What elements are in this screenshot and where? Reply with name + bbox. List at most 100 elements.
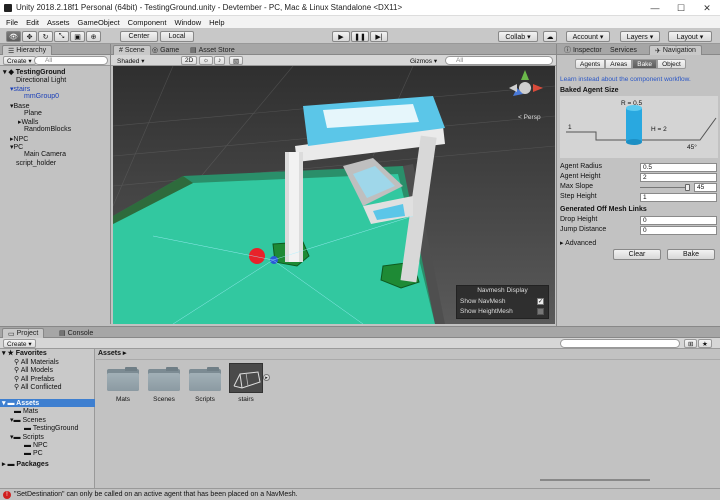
favorites-section[interactable]: ▾ ★ Favorites [2, 349, 47, 357]
effects-toggle[interactable]: ▧ [229, 56, 244, 65]
step-height-field[interactable]: 1 [640, 193, 717, 202]
account-button[interactable]: Account ▾ [566, 31, 610, 42]
show-heightmesh-checkbox[interactable] [537, 308, 544, 315]
step-button[interactable]: ▶| [370, 31, 388, 42]
play-button[interactable]: ▶ [332, 31, 350, 42]
hierarchy-item-directional-light[interactable]: Directional Light [16, 77, 66, 84]
tab-inspector[interactable]: ⓘ Inspector [559, 45, 607, 55]
hierarchy-item-base[interactable]: ▾Base [10, 102, 29, 110]
jump-distance-field[interactable]: 0 [640, 226, 717, 235]
tab-project[interactable]: ▭ Project [2, 328, 45, 338]
hierarchy-item-npc[interactable]: ▸NPC [10, 135, 28, 143]
drop-height-field[interactable]: 0 [640, 216, 717, 225]
show-navmesh-checkbox[interactable]: ✓ [537, 298, 544, 305]
close-button[interactable]: ✕ [694, 0, 720, 16]
max-slope-slider-track[interactable] [640, 187, 690, 188]
favorite-all-materials[interactable]: ⚲ All Materials [14, 358, 59, 366]
subtab-areas[interactable]: Areas [605, 59, 633, 69]
rect-tool-button[interactable]: ▣ [70, 31, 85, 42]
folder-scripts[interactable]: ▾▬ Scripts [10, 433, 44, 441]
hierarchy-item-randomblocks[interactable]: RandomBlocks [24, 126, 71, 133]
packages-folder[interactable]: ▸ ▬ Packages [2, 460, 49, 468]
subtab-object[interactable]: Object [657, 59, 686, 69]
rotate-tool-button[interactable]: ↻ [38, 31, 53, 42]
lighting-toggle[interactable]: ☼ [199, 56, 213, 65]
move-tool-button[interactable]: ✥ [22, 31, 37, 42]
component-workflow-link[interactable]: Learn instead about the component workfl… [560, 76, 691, 83]
scene-search-input[interactable]: All [445, 56, 553, 65]
folder-npc[interactable]: ▬ NPC [24, 442, 48, 449]
menu-edit[interactable]: Edit [26, 18, 39, 27]
agent-height-field[interactable]: 2 [640, 173, 717, 182]
asset-folder-scenes[interactable] [148, 367, 180, 391]
subtab-agents[interactable]: Agents [575, 59, 606, 69]
pivot-center-button[interactable]: Center [120, 31, 158, 42]
tab-asset-store[interactable]: ▤ Asset Store [185, 45, 240, 55]
clear-button[interactable]: Clear [613, 249, 661, 260]
tab-navigation[interactable]: ✈ Navigation [649, 45, 702, 55]
transform-tool-button[interactable]: ⊕ [86, 31, 101, 42]
tab-services[interactable]: Services [605, 45, 642, 55]
folder-mats[interactable]: ▬ Mats [14, 408, 38, 415]
pivot-local-button[interactable]: Local [160, 31, 194, 42]
asset-stairs-thumbnail[interactable] [229, 363, 263, 393]
max-slope-field[interactable]: 45 [694, 183, 717, 192]
collab-button[interactable]: Collab ▾ [498, 31, 538, 42]
hierarchy-item-pc[interactable]: ▾PC [10, 143, 23, 151]
favorite-all-conflicted[interactable]: ⚲ All Conflicted [14, 383, 62, 391]
icon-size-slider[interactable] [540, 479, 650, 481]
tab-hierarchy[interactable]: ☰ Hierarchy [2, 45, 53, 55]
shading-mode-dropdown[interactable]: Shaded ▾ [114, 56, 174, 65]
project-search-input[interactable] [560, 339, 680, 348]
gizmos-dropdown[interactable]: Gizmos ▾ [407, 56, 440, 65]
maximize-button[interactable]: ☐ [668, 0, 694, 16]
asset-folder-scripts[interactable] [189, 367, 221, 391]
scale-tool-button[interactable]: ⤡ [54, 31, 69, 42]
favorite-all-models[interactable]: ⚲ All Models [14, 366, 53, 374]
agent-radius-field[interactable]: 0.5 [640, 163, 717, 172]
2d-toggle[interactable]: 2D [181, 56, 198, 65]
hierarchy-item-mmgroup0[interactable]: mmGroup0 [24, 93, 59, 100]
tab-console[interactable]: ▤ Console [54, 328, 98, 338]
audio-toggle[interactable]: ♪ [214, 56, 226, 65]
status-bar[interactable]: ! "SetDestination" can only be called on… [0, 488, 720, 500]
pause-button[interactable]: ❚❚ [351, 31, 369, 42]
bake-button[interactable]: Bake [667, 249, 715, 260]
menu-assets[interactable]: Assets [47, 18, 70, 27]
folder-testingground[interactable]: ▬ TestingGround [24, 425, 78, 432]
perspective-label[interactable]: < Persp [518, 114, 541, 121]
tab-game[interactable]: ◎ Game [147, 45, 184, 55]
favorite-all-prefabs[interactable]: ⚲ All Prefabs [14, 375, 55, 383]
hierarchy-item-main-camera[interactable]: Main Camera [24, 151, 66, 158]
max-slope-slider-thumb[interactable] [685, 184, 690, 191]
hierarchy-search-input[interactable]: All [34, 56, 108, 65]
assets-root-folder[interactable]: ▾ ▬ Assets [0, 399, 95, 407]
menu-component[interactable]: Component [128, 18, 167, 27]
scene-root[interactable]: ▾ ◆ TestingGround [3, 68, 65, 76]
scene-viewport[interactable]: < Persp Navmesh Display Show NavMesh ✓ S… [113, 66, 555, 324]
hierarchy-item-script-holder[interactable]: script_holder [16, 160, 56, 167]
project-create-button[interactable]: Create ▾ [3, 339, 36, 348]
hierarchy-item-stairs[interactable]: ▾stairs [10, 85, 30, 93]
subtab-bake[interactable]: Bake [632, 59, 658, 69]
layers-button[interactable]: Layers ▾ [620, 31, 660, 42]
expand-prefab-icon[interactable]: ▸ [263, 374, 270, 381]
tab-scene[interactable]: # Scene [113, 45, 151, 55]
menu-help[interactable]: Help [209, 18, 224, 27]
cloud-button[interactable]: ☁ [543, 31, 557, 42]
star-filter-button[interactable]: ★ [698, 339, 712, 348]
minimize-button[interactable]: — [642, 0, 668, 16]
hierarchy-item-walls[interactable]: ▸Walls [18, 118, 38, 126]
hand-tool-button[interactable]: 👁 [6, 31, 21, 42]
folder-scenes[interactable]: ▾▬ Scenes [10, 416, 46, 424]
project-breadcrumb[interactable]: Assets ▸ [98, 349, 126, 357]
asset-folder-mats[interactable] [107, 367, 139, 391]
filter-type-button[interactable]: ⊞ [684, 339, 698, 348]
menu-file[interactable]: File [6, 18, 18, 27]
layout-button[interactable]: Layout ▾ [668, 31, 712, 42]
hierarchy-item-plane[interactable]: Plane [24, 110, 42, 117]
folder-pc[interactable]: ▬ PC [24, 450, 43, 457]
hierarchy-create-button[interactable]: Create ▾ [3, 56, 36, 65]
menu-gameobject[interactable]: GameObject [78, 18, 120, 27]
advanced-foldout[interactable]: ▸ Advanced [560, 239, 596, 247]
